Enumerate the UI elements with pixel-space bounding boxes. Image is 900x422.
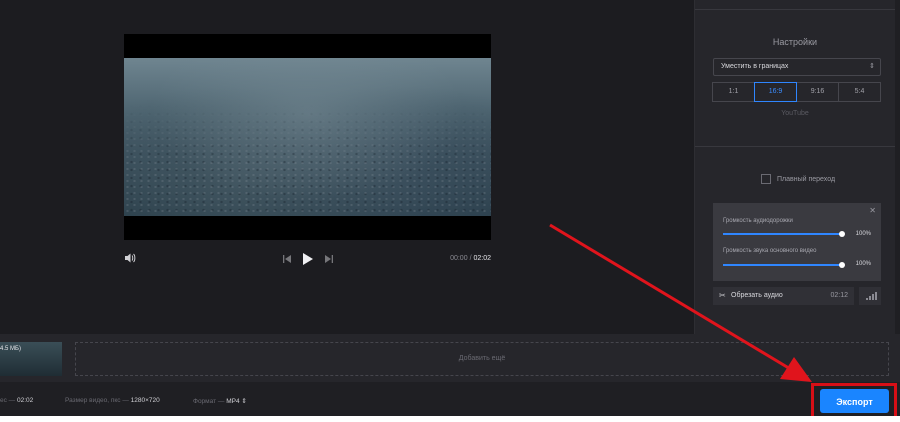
total-time: 02:02 [473, 255, 491, 262]
video-volume-handle[interactable] [839, 262, 845, 268]
video-volume-slider[interactable] [723, 264, 842, 266]
close-icon[interactable]: ✕ [869, 206, 876, 215]
ratio-5-4[interactable]: 5:4 [838, 82, 881, 102]
audio-bars-button[interactable] [859, 287, 881, 305]
ratio-1-1[interactable]: 1:1 [712, 82, 755, 102]
settings-title: Настройки [772, 37, 818, 47]
aspect-ratio-group: 1:1 16:9 9:16 5:4 [712, 82, 881, 102]
player-controls: 00:00 / 02:02 [124, 250, 491, 268]
video-volume-label: Громкость звука основного видео [723, 248, 817, 254]
updown-chevron-icon: ⇕ [869, 63, 875, 70]
time-separator: / [469, 255, 472, 262]
preview-area: 00:00 / 02:02 [0, 0, 694, 334]
audio-volume-panel: ✕ Громкость аудиодорожки 100% Громкость … [713, 203, 881, 281]
time-readout: 00:00 / 02:02 [450, 255, 491, 262]
smooth-transition-toggle[interactable]: Плавный переход [761, 174, 835, 184]
skip-back-icon[interactable] [282, 254, 292, 264]
format-select[interactable]: Формат — MP4 ⇕ [193, 397, 247, 405]
duration-label: ес — [0, 397, 16, 404]
video-volume-value: 100% [855, 261, 871, 267]
video-player[interactable] [124, 34, 491, 240]
export-button[interactable]: Экспорт [820, 389, 889, 413]
ratio-16-9[interactable]: 16:9 [754, 82, 797, 102]
size-info: Размер видео, пкс — 1280×720 [65, 397, 160, 404]
ratio-caption: YouTube [781, 110, 809, 117]
speaker-icon[interactable] [124, 252, 136, 264]
trim-audio-label: Обрезать аудио [731, 292, 783, 299]
clip-size: 4.5 МБ) [0, 346, 21, 352]
settings-panel: Настройки Уместить в границах ⇕ 1:1 16:9… [694, 0, 895, 334]
ratio-9-16[interactable]: 9:16 [796, 82, 839, 102]
smooth-transition-label: Плавный переход [777, 175, 836, 183]
format-label: Формат — [193, 398, 225, 405]
trim-audio-duration: 02:12 [830, 292, 848, 299]
trim-audio-button[interactable]: ✂ Обрезать аудио 02:12 [713, 287, 854, 305]
updown-chevron-icon: ⇕ [241, 398, 247, 405]
video-frame [124, 58, 491, 216]
track-volume-handle[interactable] [839, 231, 845, 237]
checkbox[interactable] [761, 174, 771, 184]
play-icon[interactable] [302, 252, 314, 266]
track-volume-label: Громкость аудиодорожки [723, 218, 793, 224]
footer-bar: ес — 02:02 Размер видео, пкс — 1280×720 … [0, 382, 900, 416]
fit-mode-select[interactable]: Уместить в границах ⇕ [713, 58, 881, 76]
format-value: MP4 [226, 398, 240, 405]
current-time: 00:00 [450, 255, 468, 262]
track-volume-slider[interactable] [723, 233, 842, 235]
duration-info: ес — 02:02 [0, 397, 33, 404]
size-label: Размер видео, пкс — [65, 397, 129, 404]
track-volume-value: 100% [855, 231, 871, 237]
divider [695, 9, 895, 10]
page-edge [0, 416, 900, 422]
scissors-icon: ✂ [719, 291, 726, 300]
fit-mode-value: Уместить в границах [721, 63, 789, 70]
size-value: 1280×720 [130, 397, 160, 404]
add-more-dropzone[interactable]: Добавить ещё [75, 342, 889, 376]
duration-value: 02:02 [16, 397, 34, 404]
divider [695, 146, 895, 147]
skip-forward-icon[interactable] [324, 254, 334, 264]
